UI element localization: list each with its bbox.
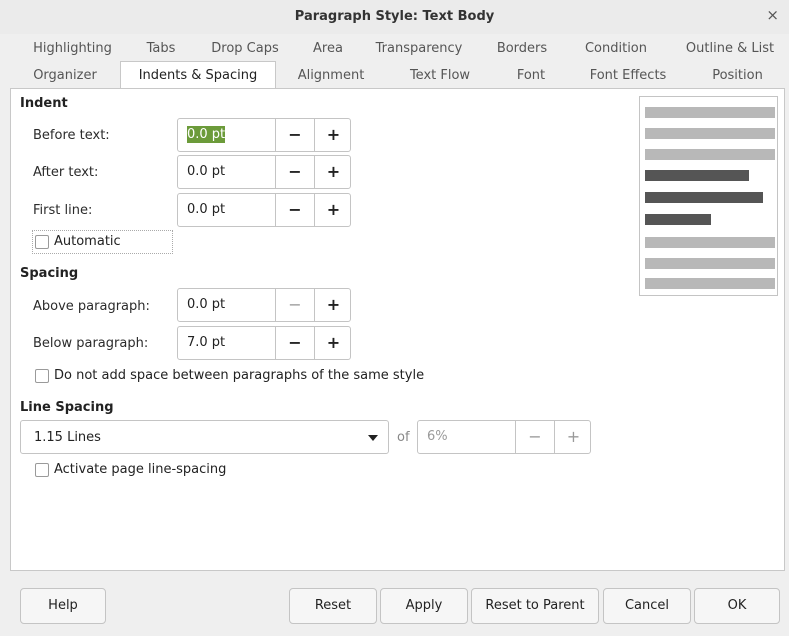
preview-line <box>645 149 775 160</box>
tab-area[interactable]: Area <box>300 36 356 62</box>
checkbox-box[interactable] <box>35 368 49 383</box>
above-paragraph-input[interactable]: 0.0 pt <box>178 289 276 321</box>
indent-heading: Indent <box>20 96 68 111</box>
below-paragraph-spinner: 7.0 pt − + <box>177 326 351 360</box>
above-paragraph-label: Above paragraph: <box>33 299 150 314</box>
preview-line <box>645 107 775 118</box>
automatic-label: Automatic <box>54 234 121 249</box>
first-line-label: First line: <box>33 203 93 218</box>
activate-page-line-spacing-checkbox[interactable]: Activate page line-spacing <box>35 462 226 477</box>
chevron-down-icon <box>368 435 378 441</box>
plus-icon[interactable]: + <box>314 119 352 151</box>
close-icon[interactable]: × <box>766 6 779 24</box>
tab-text-flow[interactable]: Text Flow <box>386 63 494 89</box>
preview-line <box>645 237 775 248</box>
after-text-input[interactable]: 0.0 pt <box>178 156 276 188</box>
before-text-label: Before text: <box>33 128 110 143</box>
minus-icon[interactable]: − <box>276 327 314 359</box>
preview-line-current <box>645 192 763 203</box>
automatic-checkbox[interactable]: Automatic <box>35 234 121 249</box>
plus-icon[interactable]: + <box>314 156 352 188</box>
after-text-label: After text: <box>33 165 99 180</box>
line-spacing-of-input[interactable]: 6% <box>418 421 516 453</box>
reset-to-parent-button[interactable]: Reset to Parent <box>471 588 599 624</box>
tab-font-effects[interactable]: Font Effects <box>568 63 688 89</box>
title-bar: Paragraph Style: Text Body × <box>0 0 789 34</box>
paragraph-preview <box>639 96 778 296</box>
tab-highlighting[interactable]: Highlighting <box>10 36 135 62</box>
minus-icon[interactable]: − <box>276 289 314 321</box>
cancel-button[interactable]: Cancel <box>603 588 691 624</box>
after-text-spinner: 0.0 pt − + <box>177 155 351 189</box>
line-spacing-value-spinner: 6% − + <box>417 420 591 454</box>
preview-line <box>645 278 775 289</box>
no-space-same-style-label: Do not add space between paragraphs of t… <box>54 368 425 383</box>
first-line-spinner: 0.0 pt − + <box>177 193 351 227</box>
tab-alignment[interactable]: Alignment <box>276 63 386 89</box>
checkbox-box[interactable] <box>35 234 49 249</box>
tab-row-1: Highlighting Tabs Drop Caps Area Transpa… <box>10 36 785 62</box>
minus-icon[interactable]: − <box>276 194 314 226</box>
spacing-heading: Spacing <box>20 266 79 281</box>
checkbox-box[interactable] <box>35 462 49 477</box>
tab-transparency[interactable]: Transparency <box>358 36 480 62</box>
tab-row-2: Organizer Indents & Spacing Alignment Te… <box>10 61 785 91</box>
plus-icon[interactable]: + <box>554 421 592 453</box>
activate-page-line-spacing-label: Activate page line-spacing <box>54 462 227 477</box>
reset-button[interactable]: Reset <box>289 588 377 624</box>
preview-line-current <box>645 214 711 225</box>
line-spacing-dropdown[interactable]: 1.15 Lines <box>20 420 389 454</box>
preview-line-current <box>645 170 749 181</box>
ok-button[interactable]: OK <box>694 588 780 624</box>
above-paragraph-spinner: 0.0 pt − + <box>177 288 351 322</box>
tab-borders[interactable]: Borders <box>480 36 564 62</box>
tab-font[interactable]: Font <box>494 63 568 89</box>
minus-icon[interactable]: − <box>276 119 314 151</box>
minus-icon[interactable]: − <box>276 156 314 188</box>
first-line-input[interactable]: 0.0 pt <box>178 194 276 226</box>
before-text-spinner: 0.0 pt − + <box>177 118 351 152</box>
tab-outline-list[interactable]: Outline & List <box>670 36 789 62</box>
of-label: of <box>397 430 410 445</box>
below-paragraph-input[interactable]: 7.0 pt <box>178 327 276 359</box>
no-space-same-style-checkbox[interactable]: Do not add space between paragraphs of t… <box>35 368 424 383</box>
tab-tabs[interactable]: Tabs <box>135 36 187 62</box>
preview-line <box>645 258 775 269</box>
line-spacing-heading: Line Spacing <box>20 400 114 415</box>
before-text-input[interactable]: 0.0 pt <box>178 119 276 151</box>
tab-drop-caps[interactable]: Drop Caps <box>190 36 300 62</box>
tab-condition[interactable]: Condition <box>564 36 668 62</box>
tab-position[interactable]: Position <box>690 63 785 89</box>
indents-spacing-panel: Indent Before text: 0.0 pt − + After tex… <box>10 88 785 571</box>
minus-icon[interactable]: − <box>516 421 554 453</box>
line-spacing-value: 1.15 Lines <box>34 430 101 445</box>
plus-icon[interactable]: + <box>314 194 352 226</box>
below-paragraph-label: Below paragraph: <box>33 336 149 351</box>
plus-icon[interactable]: + <box>314 289 352 321</box>
tab-indents-spacing[interactable]: Indents & Spacing <box>120 61 276 91</box>
help-button[interactable]: Help <box>20 588 106 624</box>
dialog-title: Paragraph Style: Text Body <box>294 9 495 24</box>
apply-button[interactable]: Apply <box>380 588 468 624</box>
tab-organizer[interactable]: Organizer <box>10 63 120 89</box>
preview-line <box>645 128 775 139</box>
plus-icon[interactable]: + <box>314 327 352 359</box>
